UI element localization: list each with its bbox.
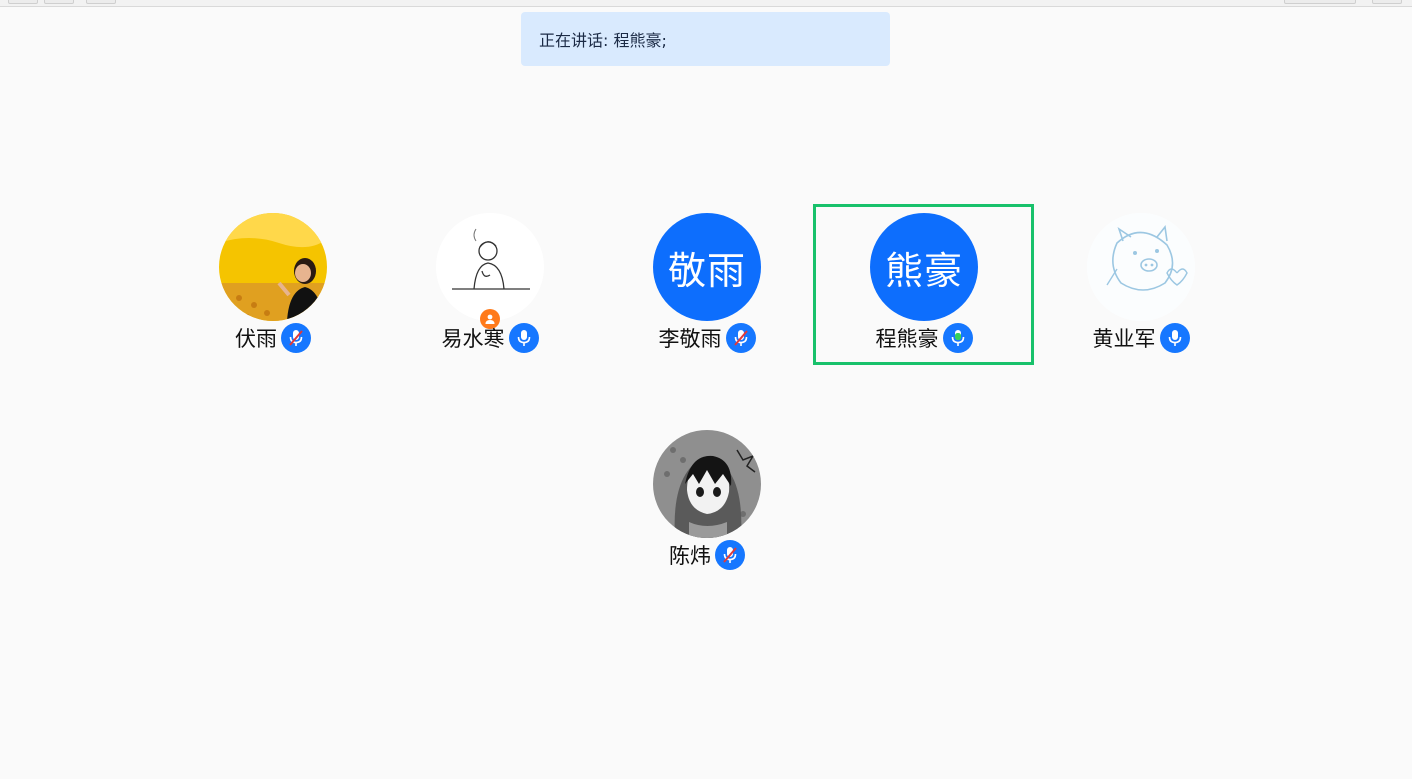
toolbar-button[interactable] — [1372, 0, 1402, 4]
participant-name-row: 陈炜 — [627, 540, 787, 570]
mic-muted-icon[interactable] — [725, 323, 756, 353]
avatar — [219, 213, 327, 321]
participant-tile[interactable]: 陈炜 — [627, 430, 787, 590]
mic-speaking-icon[interactable] — [942, 323, 973, 353]
avatar — [1087, 213, 1195, 321]
mic-icon[interactable] — [1159, 323, 1190, 353]
avatar-initials: 敬雨 — [653, 213, 761, 321]
participant-name: 易水寒 — [441, 327, 505, 351]
toolbar-button[interactable] — [44, 0, 74, 4]
toolbar-button[interactable] — [8, 0, 38, 4]
participant-name: 黄业军 — [1092, 327, 1156, 351]
participant-name-row: 黄业军 — [1061, 323, 1221, 353]
participant-tile[interactable]: 易水寒 — [410, 213, 570, 373]
participant-name-row: 易水寒 — [410, 323, 570, 353]
avatar — [436, 213, 544, 321]
participant-name: 陈炜 — [669, 544, 711, 568]
toolbar-button[interactable] — [1284, 0, 1356, 4]
participant-name: 李敬雨 — [658, 327, 722, 351]
mic-muted-icon[interactable] — [281, 323, 311, 353]
avatar — [653, 430, 761, 538]
speaking-banner: 正在讲话: 程熊豪; — [521, 12, 890, 66]
participant-tile[interactable]: 黄业军 — [1061, 213, 1221, 373]
participant-name-row: 程熊豪 — [844, 323, 1004, 353]
speaking-name: 程熊豪; — [613, 31, 667, 50]
participant-name: 程熊豪 — [875, 327, 939, 351]
participant-name-row: 李敬雨 — [627, 323, 787, 353]
mic-muted-icon[interactable] — [715, 540, 745, 570]
avatar-initials: 熊豪 — [870, 213, 978, 321]
toolbar-button[interactable] — [86, 0, 116, 4]
participant-name: 伏雨 — [235, 327, 277, 351]
speaking-label: 正在讲话: — [539, 31, 609, 50]
participant-name-row: 伏雨 — [193, 323, 353, 353]
participant-tile[interactable]: 敬雨 李敬雨 — [627, 213, 787, 373]
mic-icon[interactable] — [508, 323, 539, 353]
window-toolbar — [0, 0, 1412, 7]
participant-tile[interactable]: 伏雨 — [193, 213, 353, 373]
participant-tile-active[interactable]: 熊豪 程熊豪 — [844, 213, 1004, 373]
